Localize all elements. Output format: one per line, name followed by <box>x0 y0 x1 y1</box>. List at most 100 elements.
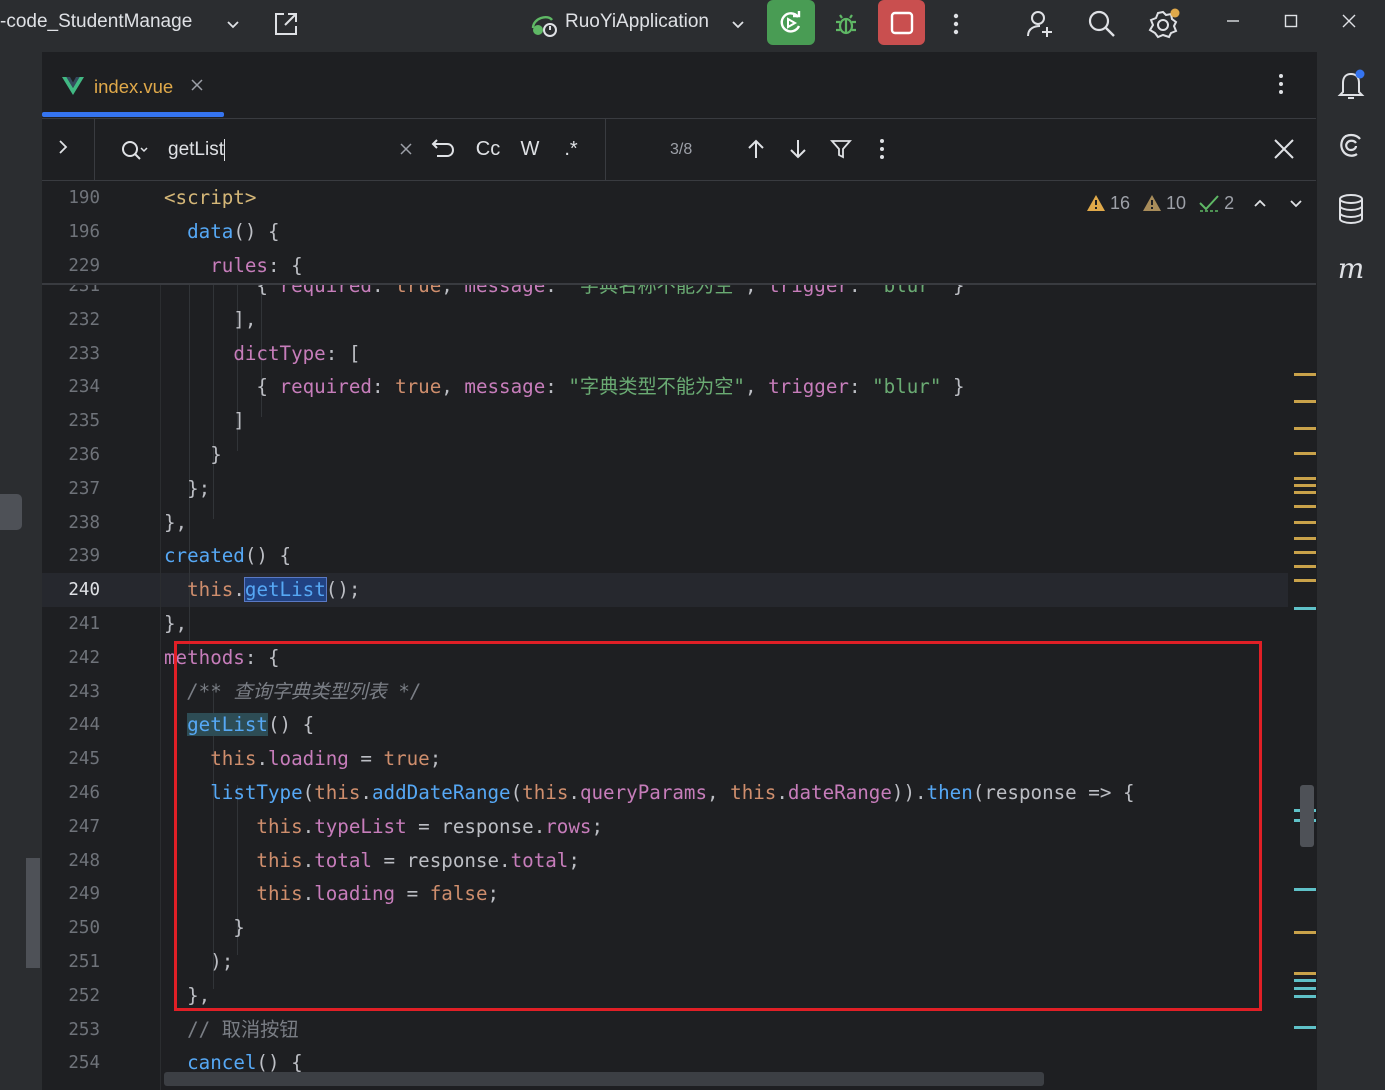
line-number: 250 <box>68 918 100 939</box>
project-name[interactable]: -code_StudentManage <box>0 11 192 33</box>
maven-icon[interactable]: m <box>1331 250 1371 290</box>
stripe-marker[interactable] <box>1294 1026 1316 1029</box>
search-history-icon[interactable] <box>120 139 150 161</box>
settings-icon[interactable] <box>1146 6 1182 42</box>
line-number: 229 <box>68 256 100 276</box>
left-strip-handle[interactable] <box>0 494 22 530</box>
stripe-marker[interactable] <box>1294 491 1316 494</box>
vertical-scrollbar-thumb[interactable] <box>1300 785 1314 847</box>
run-config-name[interactable]: RuoYiApplication <box>565 11 709 33</box>
tab-label: index.vue <box>94 76 174 97</box>
stripe-marker[interactable] <box>1294 373 1316 376</box>
code-token: () { <box>256 1051 303 1075</box>
editor-tab-bar: index.vue <box>42 52 1316 119</box>
stop-button[interactable] <box>878 0 925 45</box>
filter-icon[interactable] <box>825 133 857 165</box>
chevron-down-icon[interactable] <box>215 6 251 42</box>
rerun-button[interactable] <box>767 0 815 45</box>
left-strip-scrollbar[interactable] <box>26 858 40 968</box>
stripe-marker[interactable] <box>1294 579 1316 582</box>
open-external-icon[interactable] <box>268 6 304 42</box>
stripe-marker[interactable] <box>1294 607 1316 610</box>
active-tab-indicator <box>42 112 224 117</box>
stripe-marker[interactable] <box>1294 427 1316 430</box>
regex-button[interactable]: .* <box>554 133 588 165</box>
chevron-up-icon <box>1254 199 1266 207</box>
line-number: 249 <box>68 884 100 905</box>
stripe-marker[interactable] <box>1294 931 1316 934</box>
find-more-icon[interactable] <box>868 133 896 165</box>
find-input-value: getList <box>168 139 224 160</box>
warning-count: 16 <box>1110 192 1131 213</box>
more-icon[interactable] <box>938 6 974 42</box>
inspection-widget[interactable]: 16 10 2 <box>1086 191 1304 215</box>
line-number: 232 <box>68 309 100 330</box>
code-text: <script> <box>164 181 256 215</box>
add-user-icon[interactable] <box>1022 6 1058 42</box>
code-token: : <box>545 375 569 399</box>
code-text: rules: { <box>164 249 302 283</box>
tab-index-vue[interactable]: index.vue <box>42 52 224 118</box>
code-token: } <box>941 375 965 399</box>
stripe-marker[interactable] <box>1294 995 1316 998</box>
close-icon[interactable] <box>1320 0 1378 42</box>
code-token: // 取消按钮 <box>187 1017 299 1041</box>
code-line: 239 created() { <box>42 539 1288 573</box>
match-counter: 3/8 <box>670 141 693 158</box>
words-button[interactable]: W <box>514 133 546 165</box>
code-token: , <box>744 375 769 399</box>
stripe-marker[interactable] <box>1294 505 1316 508</box>
notifications-icon[interactable] <box>1331 65 1371 105</box>
stripe-marker[interactable] <box>1294 400 1316 403</box>
search-icon[interactable] <box>1084 6 1120 42</box>
clear-search-icon[interactable] <box>396 133 416 165</box>
stripe-marker[interactable] <box>1294 987 1316 990</box>
maximize-icon[interactable] <box>1262 0 1320 42</box>
close-find-icon[interactable] <box>1268 133 1300 165</box>
new-line-icon[interactable] <box>426 133 458 165</box>
line-number: 190 <box>68 188 100 208</box>
tab-options-icon[interactable] <box>1278 72 1284 96</box>
find-bar: getList Cc W .* 3/8 <box>42 119 1316 181</box>
code-token: this <box>187 578 234 602</box>
expand-replace-icon[interactable] <box>56 139 70 155</box>
line-number: 247 <box>68 816 100 837</box>
next-occurrence-icon[interactable] <box>782 133 814 165</box>
code-line: 237 }; <box>42 472 1288 506</box>
database-icon[interactable] <box>1331 189 1371 229</box>
horizontal-scrollbar-thumb[interactable] <box>164 1072 1044 1086</box>
find-input[interactable]: getList <box>168 133 394 167</box>
stripe-marker[interactable] <box>1294 979 1316 982</box>
stripe-marker[interactable] <box>1294 551 1316 554</box>
run-config-dropdown-icon[interactable] <box>720 6 756 42</box>
stripe-marker[interactable] <box>1294 484 1316 487</box>
code-token: data <box>187 220 234 243</box>
code-token: : <box>848 375 873 399</box>
stripe-marker[interactable] <box>1294 565 1316 568</box>
stripe-marker[interactable] <box>1294 972 1316 975</box>
ai-assistant-icon[interactable] <box>1331 126 1371 166</box>
code-text: data() { <box>164 215 279 249</box>
stripe-marker[interactable] <box>1294 477 1316 480</box>
code-token: dictType <box>233 341 326 365</box>
stripe-marker[interactable] <box>1294 521 1316 524</box>
stripe-marker[interactable] <box>1294 537 1316 540</box>
minimize-icon[interactable] <box>1204 0 1262 42</box>
match-case-button[interactable]: Cc <box>470 133 506 165</box>
stripe-marker[interactable] <box>1294 888 1316 891</box>
stripe-marker[interactable] <box>1294 452 1316 455</box>
code-text: }, <box>164 506 187 540</box>
code-token: "字典类型不能为空" <box>568 375 745 399</box>
tab-close-icon[interactable] <box>190 78 204 92</box>
vue-icon <box>62 77 84 95</box>
debug-icon[interactable] <box>828 6 864 42</box>
code-token: "blur" <box>872 375 942 399</box>
highlight-box <box>174 641 1262 1011</box>
svg-text:m: m <box>1338 256 1365 284</box>
previous-occurrence-icon[interactable] <box>740 133 772 165</box>
code-text: created() { <box>164 539 291 573</box>
